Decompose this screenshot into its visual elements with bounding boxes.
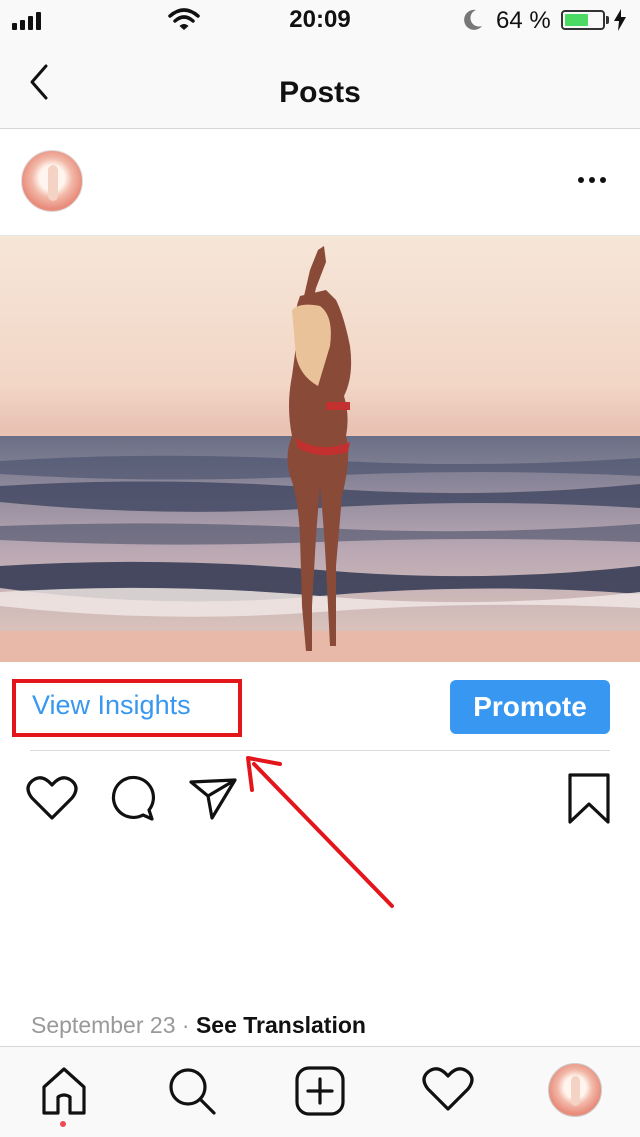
- tab-home[interactable]: [38, 1065, 90, 1120]
- promote-button[interactable]: Promote: [450, 680, 610, 734]
- battery-percent: 64 %: [496, 7, 551, 34]
- comment-button[interactable]: [108, 774, 158, 827]
- navigation-header: Posts: [0, 40, 640, 129]
- activity-heart-icon: [422, 1067, 474, 1111]
- post-photo-image: [0, 236, 640, 662]
- notification-dot: [60, 1121, 66, 1127]
- post-date: September 23: [31, 1012, 176, 1038]
- battery-nub: [606, 16, 609, 24]
- post-photo[interactable]: [0, 236, 640, 662]
- share-button[interactable]: [188, 774, 238, 825]
- annotation-highlight-box: [12, 679, 242, 737]
- tab-activity[interactable]: [422, 1065, 474, 1116]
- battery-icon: [561, 10, 605, 30]
- post-date-row: September 23 · See Translation: [31, 1012, 366, 1039]
- bookmark-icon: [568, 773, 610, 824]
- share-icon: [189, 778, 237, 820]
- battery-level-fill: [565, 14, 589, 26]
- see-translation-link[interactable]: See Translation: [196, 1012, 366, 1038]
- more-options-icon: [578, 177, 584, 183]
- like-button[interactable]: [26, 774, 78, 825]
- annotation-arrow: [246, 756, 394, 908]
- save-button[interactable]: [566, 772, 612, 829]
- avatar[interactable]: [21, 150, 83, 212]
- heart-icon: [26, 776, 78, 820]
- search-icon: [169, 1068, 216, 1115]
- charging-bolt-icon: [614, 9, 626, 31]
- moon-icon: [464, 9, 482, 30]
- tab-bar: [0, 1046, 640, 1137]
- tab-add-post[interactable]: [294, 1065, 346, 1120]
- profile-avatar[interactable]: [548, 1063, 602, 1117]
- tab-search[interactable]: [166, 1065, 218, 1120]
- add-post-icon: [295, 1066, 345, 1116]
- post-header: [0, 129, 640, 236]
- comment-icon: [111, 775, 156, 821]
- status-bar: 20:09 64 %: [0, 0, 640, 40]
- page-title: Posts: [279, 76, 361, 109]
- more-options-button[interactable]: [578, 173, 614, 187]
- separator-dot: ·: [181, 1012, 190, 1038]
- home-icon: [42, 1067, 86, 1115]
